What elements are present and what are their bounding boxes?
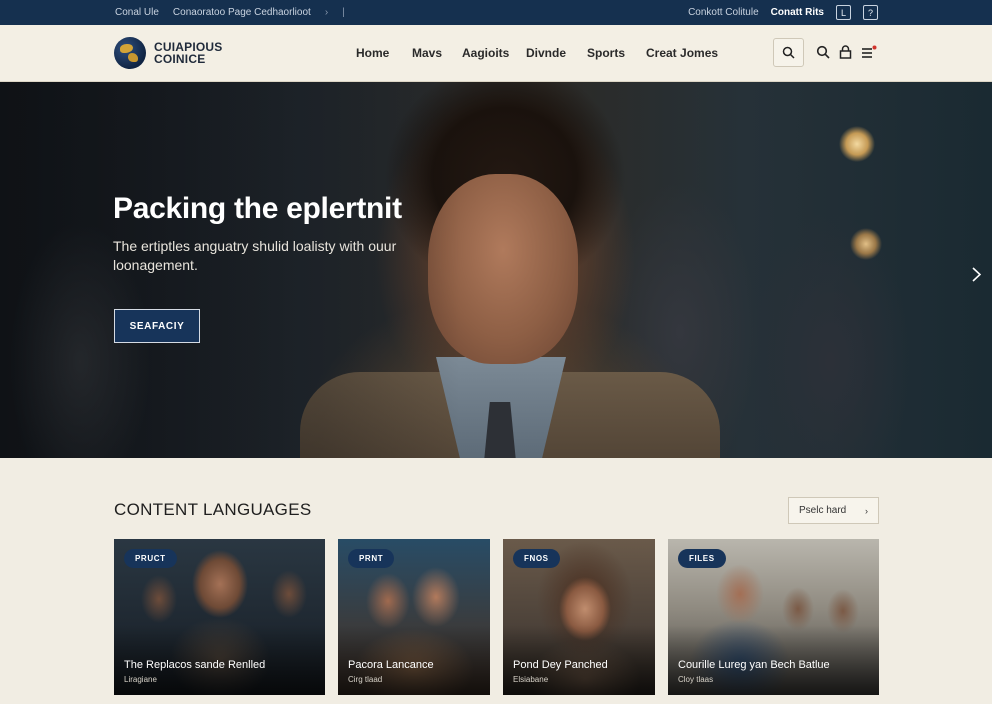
card-title: Courille Lureg yan Bech Batlue: [678, 659, 830, 671]
utility-left-links: Conal Ule Conaoratoo Page Cedhaorlioot ›…: [115, 7, 345, 18]
card-title: Pacora Lancance: [348, 659, 434, 671]
globe-logo-icon: [114, 37, 146, 69]
card-badge: FNOS: [513, 549, 560, 568]
nav-item-4[interactable]: Divnde: [526, 46, 566, 60]
hero-cta-button[interactable]: SEAFACIY: [114, 309, 200, 343]
nav-item-sports[interactable]: Sports: [587, 46, 625, 60]
hero-next-arrow[interactable]: [969, 264, 983, 284]
site-header: CUIAPIOUS COINICE Home Mavs Aagioits Div…: [0, 25, 992, 82]
lock-icon[interactable]: [837, 44, 853, 60]
search-icon-secondary[interactable]: [815, 44, 831, 60]
logo-wordmark: CUIAPIOUS COINICE: [154, 41, 222, 65]
utility-bar: Conal Ule Conaoratoo Page Cedhaorlioot ›…: [0, 0, 992, 25]
utility-link-2[interactable]: Conaoratoo Page Cedhaorlioot: [173, 7, 311, 18]
utility-divider: |: [342, 7, 345, 18]
section-filter-label: Pselc hard: [799, 505, 847, 516]
card-title: The Replacos sande Renlled: [124, 659, 266, 671]
hero-subtitle: The ertiptles anguatry shulid loalisty w…: [113, 238, 397, 273]
section-filter-select[interactable]: Pselc hard ›: [788, 497, 879, 524]
utility-link-contact[interactable]: Conkott Colitule: [688, 7, 759, 18]
nav-item-home[interactable]: Home: [356, 46, 389, 60]
utility-separator: ›: [324, 7, 329, 18]
search-button[interactable]: [773, 38, 804, 67]
site-logo[interactable]: CUIAPIOUS COINICE: [114, 37, 222, 69]
content-card[interactable]: FILES Courille Lureg yan Bech Batlue Clo…: [668, 539, 879, 695]
utility-link-rits[interactable]: Conatt Rits: [771, 7, 824, 18]
help-icon[interactable]: ?: [863, 5, 878, 20]
chevron-right-icon: ›: [865, 506, 868, 516]
utility-link-1[interactable]: Conal Ule: [115, 7, 159, 18]
hero-title: Packing the eplertnit: [113, 192, 402, 225]
menu-icon[interactable]: [861, 44, 877, 60]
card-meta: Cirg tlaad: [348, 675, 383, 684]
search-icon: [782, 46, 795, 59]
card-meta: Elsiabane: [513, 675, 549, 684]
card-badge: FILES: [678, 549, 726, 568]
logo-line-2: COINICE: [154, 52, 206, 66]
content-card[interactable]: PRNT Pacora Lancance Cirg tlaad: [338, 539, 490, 695]
nav-item-2[interactable]: Mavs: [412, 46, 442, 60]
nav-item-6[interactable]: Creat Jomes: [646, 46, 718, 60]
content-card[interactable]: FNOS Pond Dey Panched Elsiabane: [503, 539, 655, 695]
card-badge: PRUCT: [124, 549, 177, 568]
card-meta: Cloy tlaas: [678, 675, 714, 684]
chevron-right-icon: [971, 266, 981, 282]
section-title: CONTENT LANGUAGES: [114, 500, 312, 519]
content-card[interactable]: PRUCT The Replacos sande Renlled Liragia…: [114, 539, 325, 695]
card-title: Pond Dey Panched: [513, 659, 608, 671]
nav-item-3[interactable]: Aagioits: [462, 46, 509, 60]
language-toggle-icon[interactable]: L: [836, 5, 851, 20]
card-meta: Liragiane: [124, 675, 157, 684]
utility-right-links: Conkott Colitule Conatt Rits L ?: [688, 5, 878, 20]
hero-banner: Packing the eplertnit The ertiptles angu…: [0, 82, 992, 458]
card-badge: PRNT: [348, 549, 395, 568]
